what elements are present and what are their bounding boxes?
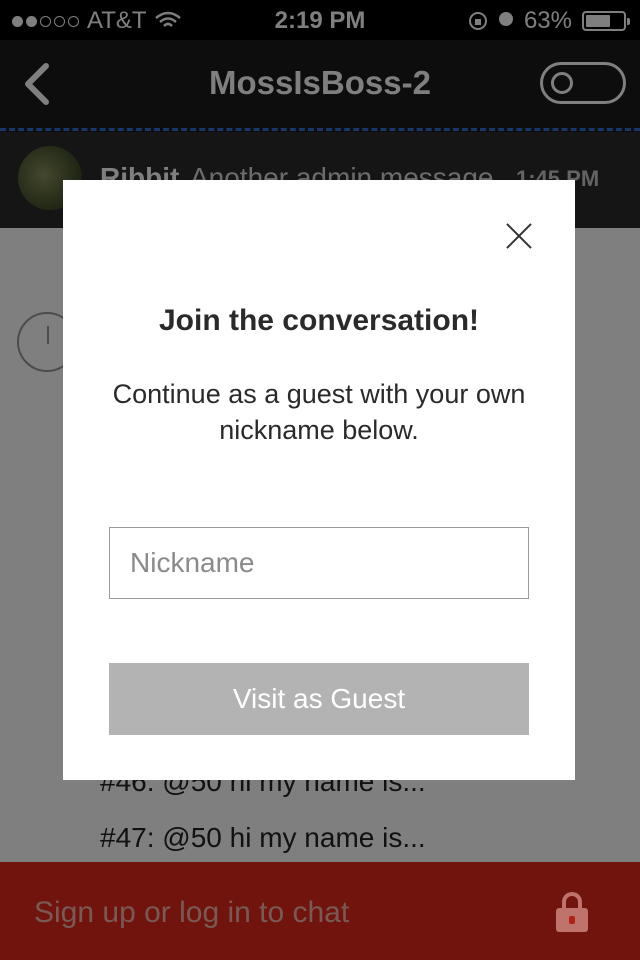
lock-icon bbox=[556, 892, 588, 932]
modal-title: Join the conversation! bbox=[158, 304, 480, 337]
nickname-input[interactable] bbox=[109, 527, 529, 599]
visit-as-guest-button[interactable]: Visit as Guest bbox=[109, 663, 529, 735]
join-modal: Join the conversation! Continue as a gue… bbox=[63, 180, 575, 780]
close-icon[interactable] bbox=[505, 222, 533, 250]
modal-description: Continue as a guest with your own nickna… bbox=[112, 379, 526, 445]
